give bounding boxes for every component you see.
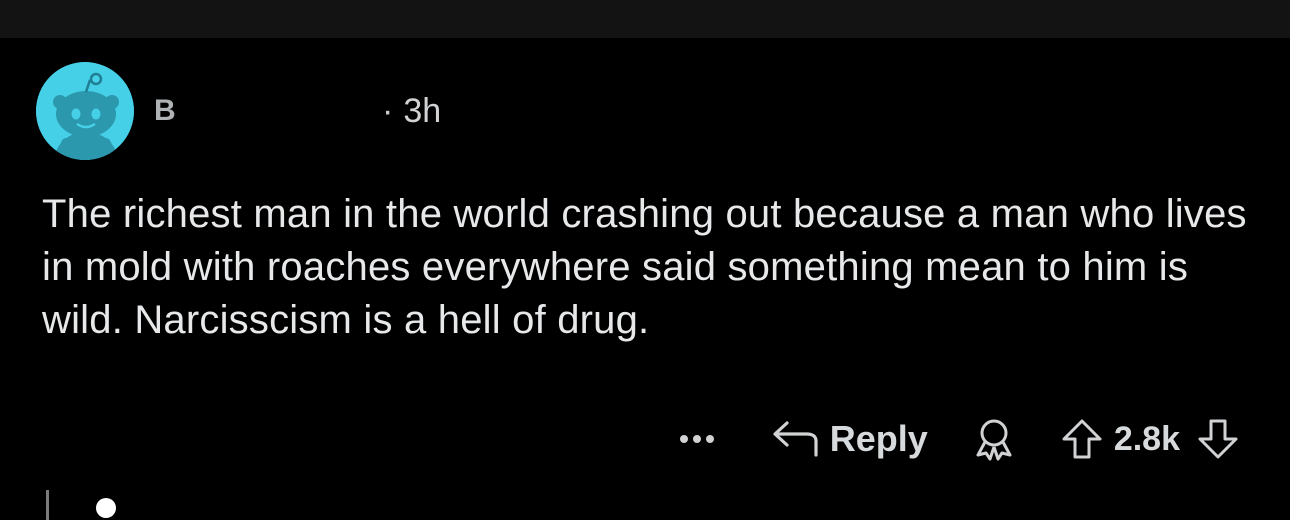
more-options-button[interactable] (676, 416, 718, 462)
downvote-arrow-icon (1198, 419, 1238, 459)
more-dots-icon (679, 435, 714, 443)
username[interactable]: B (154, 94, 376, 128)
comment-body: The richest man in the world crashing ou… (42, 192, 1247, 342)
award-button[interactable] (972, 417, 1016, 461)
reply-button[interactable]: Reply (770, 418, 928, 460)
username-redaction (184, 94, 376, 128)
vote-score: 2.8k (1113, 419, 1180, 458)
award-icon (976, 419, 1012, 461)
comment-timestamp: 3h (403, 91, 442, 130)
downvote-button[interactable] (1196, 417, 1240, 461)
reply-arrow-icon (773, 421, 818, 457)
comment-header: B · 3h (36, 62, 441, 160)
comment-actions: Reply 2.8k (676, 416, 1240, 462)
comment-meta: B · 3h (154, 91, 441, 131)
reply-thread-line (46, 490, 49, 520)
meta-separator: · (382, 91, 394, 130)
username-text: B (154, 94, 176, 127)
top-divider-bar (0, 0, 1290, 38)
reply-avatar-icon (96, 498, 116, 518)
comment-card: B · 3h The richest man in the world cras… (0, 38, 1290, 520)
upvote-arrow-icon (1062, 419, 1102, 459)
snoo-avatar-icon[interactable] (36, 62, 134, 160)
upvote-button[interactable] (1060, 417, 1104, 461)
reply-label: Reply (829, 418, 928, 459)
